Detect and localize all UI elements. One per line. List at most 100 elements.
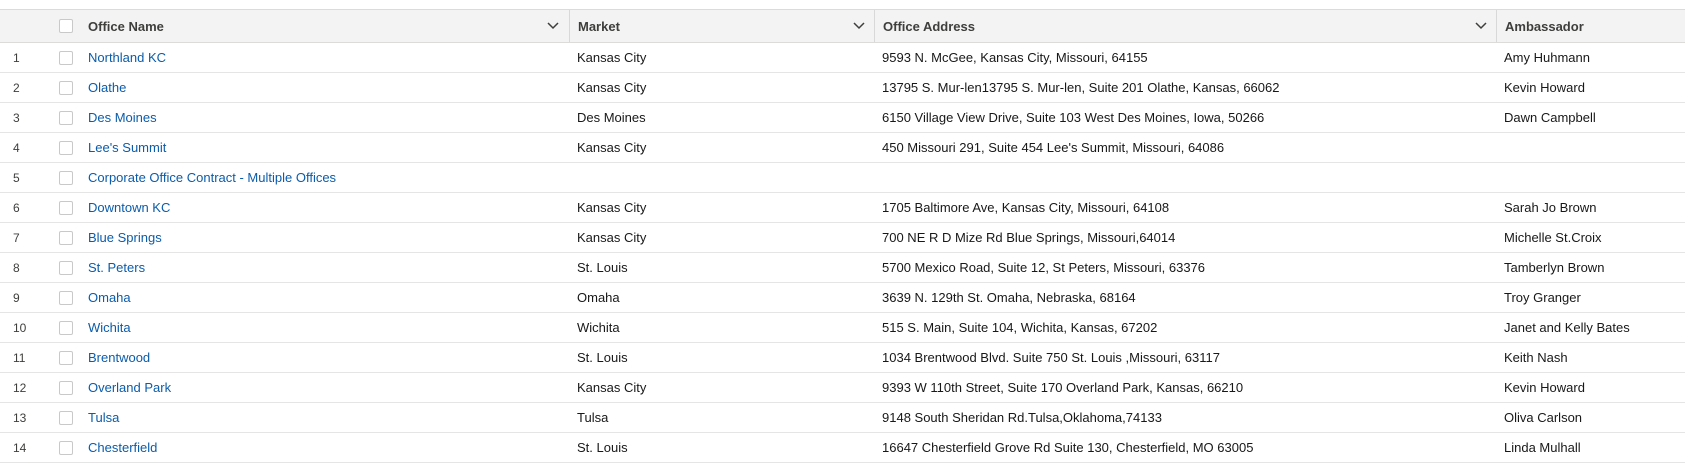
market-cell: Kansas City xyxy=(569,373,874,402)
row-checkbox[interactable] xyxy=(59,170,73,185)
market-value: St. Louis xyxy=(577,260,628,275)
office-address-value: 1705 Baltimore Ave, Kansas City, Missour… xyxy=(882,200,1170,215)
office-name-cell: Northland KC xyxy=(88,43,568,72)
row-select-cell xyxy=(46,43,82,72)
market-cell: St. Louis xyxy=(569,343,874,372)
chevron-down-icon[interactable] xyxy=(1474,20,1488,32)
row-number: 12 xyxy=(13,380,27,395)
table-row: 7 Blue Springs Kansas City 700 NE R D Mize … xyxy=(0,223,1685,253)
column-label: Ambassador xyxy=(1505,18,1584,34)
ambassador-value: Michelle St.Croix xyxy=(1504,230,1602,245)
row-number: 6 xyxy=(13,200,20,215)
row-checkbox[interactable] xyxy=(59,260,73,275)
row-number: 1 xyxy=(13,50,20,65)
office-name-link[interactable]: Lee's Summit xyxy=(88,140,166,155)
row-number: 3 xyxy=(13,110,20,125)
market-cell: St. Louis xyxy=(569,433,874,462)
select-all-checkbox[interactable] xyxy=(59,19,73,33)
office-name-cell: Omaha xyxy=(88,283,568,312)
market-cell xyxy=(569,163,874,192)
market-value: Kansas City xyxy=(577,380,647,395)
office-address-cell: 6150 Village View Drive, Suite 103 West … xyxy=(874,103,1496,132)
office-name-link[interactable]: Overland Park xyxy=(88,380,171,395)
row-checkbox[interactable] xyxy=(59,200,73,215)
ambassador-cell: Kevin Howard xyxy=(1496,373,1685,402)
office-name-cell: Des Moines xyxy=(88,103,568,132)
ambassador-value: Linda Mulhall xyxy=(1504,440,1581,455)
office-name-link[interactable]: Downtown KC xyxy=(88,200,170,215)
row-checkbox[interactable] xyxy=(59,50,73,65)
ambassador-cell: Oliva Carlson xyxy=(1496,403,1685,432)
office-address-value: 515 S. Main, Suite 104, Wichita, Kansas,… xyxy=(882,320,1158,335)
row-number: 4 xyxy=(13,140,20,155)
table-row: 14 Chesterfield St. Louis 16647 Chesterfiel… xyxy=(0,433,1685,463)
office-address-cell: 1034 Brentwood Blvd. Suite 750 St. Louis… xyxy=(874,343,1496,372)
office-address-value: 9593 N. McGee, Kansas City, Missouri, 64… xyxy=(882,50,1148,65)
row-number: 2 xyxy=(13,80,20,95)
ambassador-cell: Linda Mulhall xyxy=(1496,433,1685,462)
market-value: Kansas City xyxy=(577,230,647,245)
market-cell: Kansas City xyxy=(569,223,874,252)
row-select-cell xyxy=(46,223,82,252)
market-value: Kansas City xyxy=(577,140,647,155)
office-name-link[interactable]: St. Peters xyxy=(88,260,145,275)
office-name-link[interactable]: Brentwood xyxy=(88,350,150,365)
row-checkbox[interactable] xyxy=(59,290,73,305)
office-name-link[interactable]: Wichita xyxy=(88,320,131,335)
row-number: 7 xyxy=(13,230,20,245)
row-checkbox[interactable] xyxy=(59,410,73,425)
market-value: Tulsa xyxy=(577,410,609,425)
table-row: 1 Northland KC Kansas City 9593 N. McGee, K… xyxy=(0,43,1685,73)
office-name-link[interactable]: Northland KC xyxy=(88,50,166,65)
row-checkbox[interactable] xyxy=(59,110,73,125)
office-name-link[interactable]: Blue Springs xyxy=(88,230,162,245)
table-header-row: Office Name Market Office Address Ambass… xyxy=(0,10,1685,43)
column-header-market[interactable]: Market xyxy=(569,10,874,42)
office-address-cell: 9148 South Sheridan Rd.Tulsa,Oklahoma,74… xyxy=(874,403,1496,432)
chevron-down-icon[interactable] xyxy=(852,20,866,32)
office-name-cell: Corporate Office Contract - Multiple Off… xyxy=(88,163,568,192)
column-label: Office Name xyxy=(88,18,164,34)
row-number: 5 xyxy=(13,170,20,185)
office-name-link[interactable]: Corporate Office Contract - Multiple Off… xyxy=(88,170,336,185)
office-name-cell: Downtown KC xyxy=(88,193,568,222)
office-name-link[interactable]: Omaha xyxy=(88,290,131,305)
column-header-office-address[interactable]: Office Address xyxy=(874,10,1496,42)
ambassador-cell: Tamberlyn Brown xyxy=(1496,253,1685,282)
table-body: 1 Northland KC Kansas City 9593 N. McGee, K… xyxy=(0,43,1685,463)
chevron-down-icon[interactable] xyxy=(546,20,560,32)
row-checkbox[interactable] xyxy=(59,440,73,455)
ambassador-value: Janet and Kelly Bates xyxy=(1504,320,1630,335)
row-number-header xyxy=(0,10,46,42)
row-select-cell xyxy=(46,373,82,402)
ambassador-value: Dawn Campbell xyxy=(1504,110,1596,125)
row-checkbox[interactable] xyxy=(59,380,73,395)
row-checkbox[interactable] xyxy=(59,350,73,365)
table-row: 11 Brentwood St. Louis 1034 Brentwood Blvd.… xyxy=(0,343,1685,373)
office-name-link[interactable]: Des Moines xyxy=(88,110,157,125)
row-select-cell xyxy=(46,343,82,372)
row-checkbox[interactable] xyxy=(59,230,73,245)
office-name-cell: Chesterfield xyxy=(88,433,568,462)
row-checkbox[interactable] xyxy=(59,140,73,155)
row-checkbox[interactable] xyxy=(59,320,73,335)
ambassador-value: Kevin Howard xyxy=(1504,380,1585,395)
table-row: 13 Tulsa Tulsa 9148 South Sheridan Rd.Tulsa… xyxy=(0,403,1685,433)
ambassador-cell xyxy=(1496,133,1685,162)
column-header-ambassador[interactable]: Ambassador xyxy=(1496,10,1685,42)
table-row: 3 Des Moines Des Moines 6150 Village View D… xyxy=(0,103,1685,133)
office-address-value: 13795 S. Mur-len13795 S. Mur-len, Suite … xyxy=(882,80,1280,95)
ambassador-value: Troy Granger xyxy=(1504,290,1581,305)
office-address-value: 3639 N. 129th St. Omaha, Nebraska, 68164 xyxy=(882,290,1136,305)
row-checkbox[interactable] xyxy=(59,80,73,95)
market-value: Omaha xyxy=(577,290,620,305)
office-name-link[interactable]: Tulsa xyxy=(88,410,119,425)
market-value: Wichita xyxy=(577,320,620,335)
office-name-link[interactable]: Olathe xyxy=(88,80,126,95)
office-address-value: 16647 Chesterfield Grove Rd Suite 130, C… xyxy=(882,440,1254,455)
office-name-link[interactable]: Chesterfield xyxy=(88,440,157,455)
office-name-cell: Lee's Summit xyxy=(88,133,568,162)
ambassador-cell: Michelle St.Croix xyxy=(1496,223,1685,252)
column-header-office-name[interactable]: Office Name xyxy=(88,10,568,42)
office-name-cell: Blue Springs xyxy=(88,223,568,252)
